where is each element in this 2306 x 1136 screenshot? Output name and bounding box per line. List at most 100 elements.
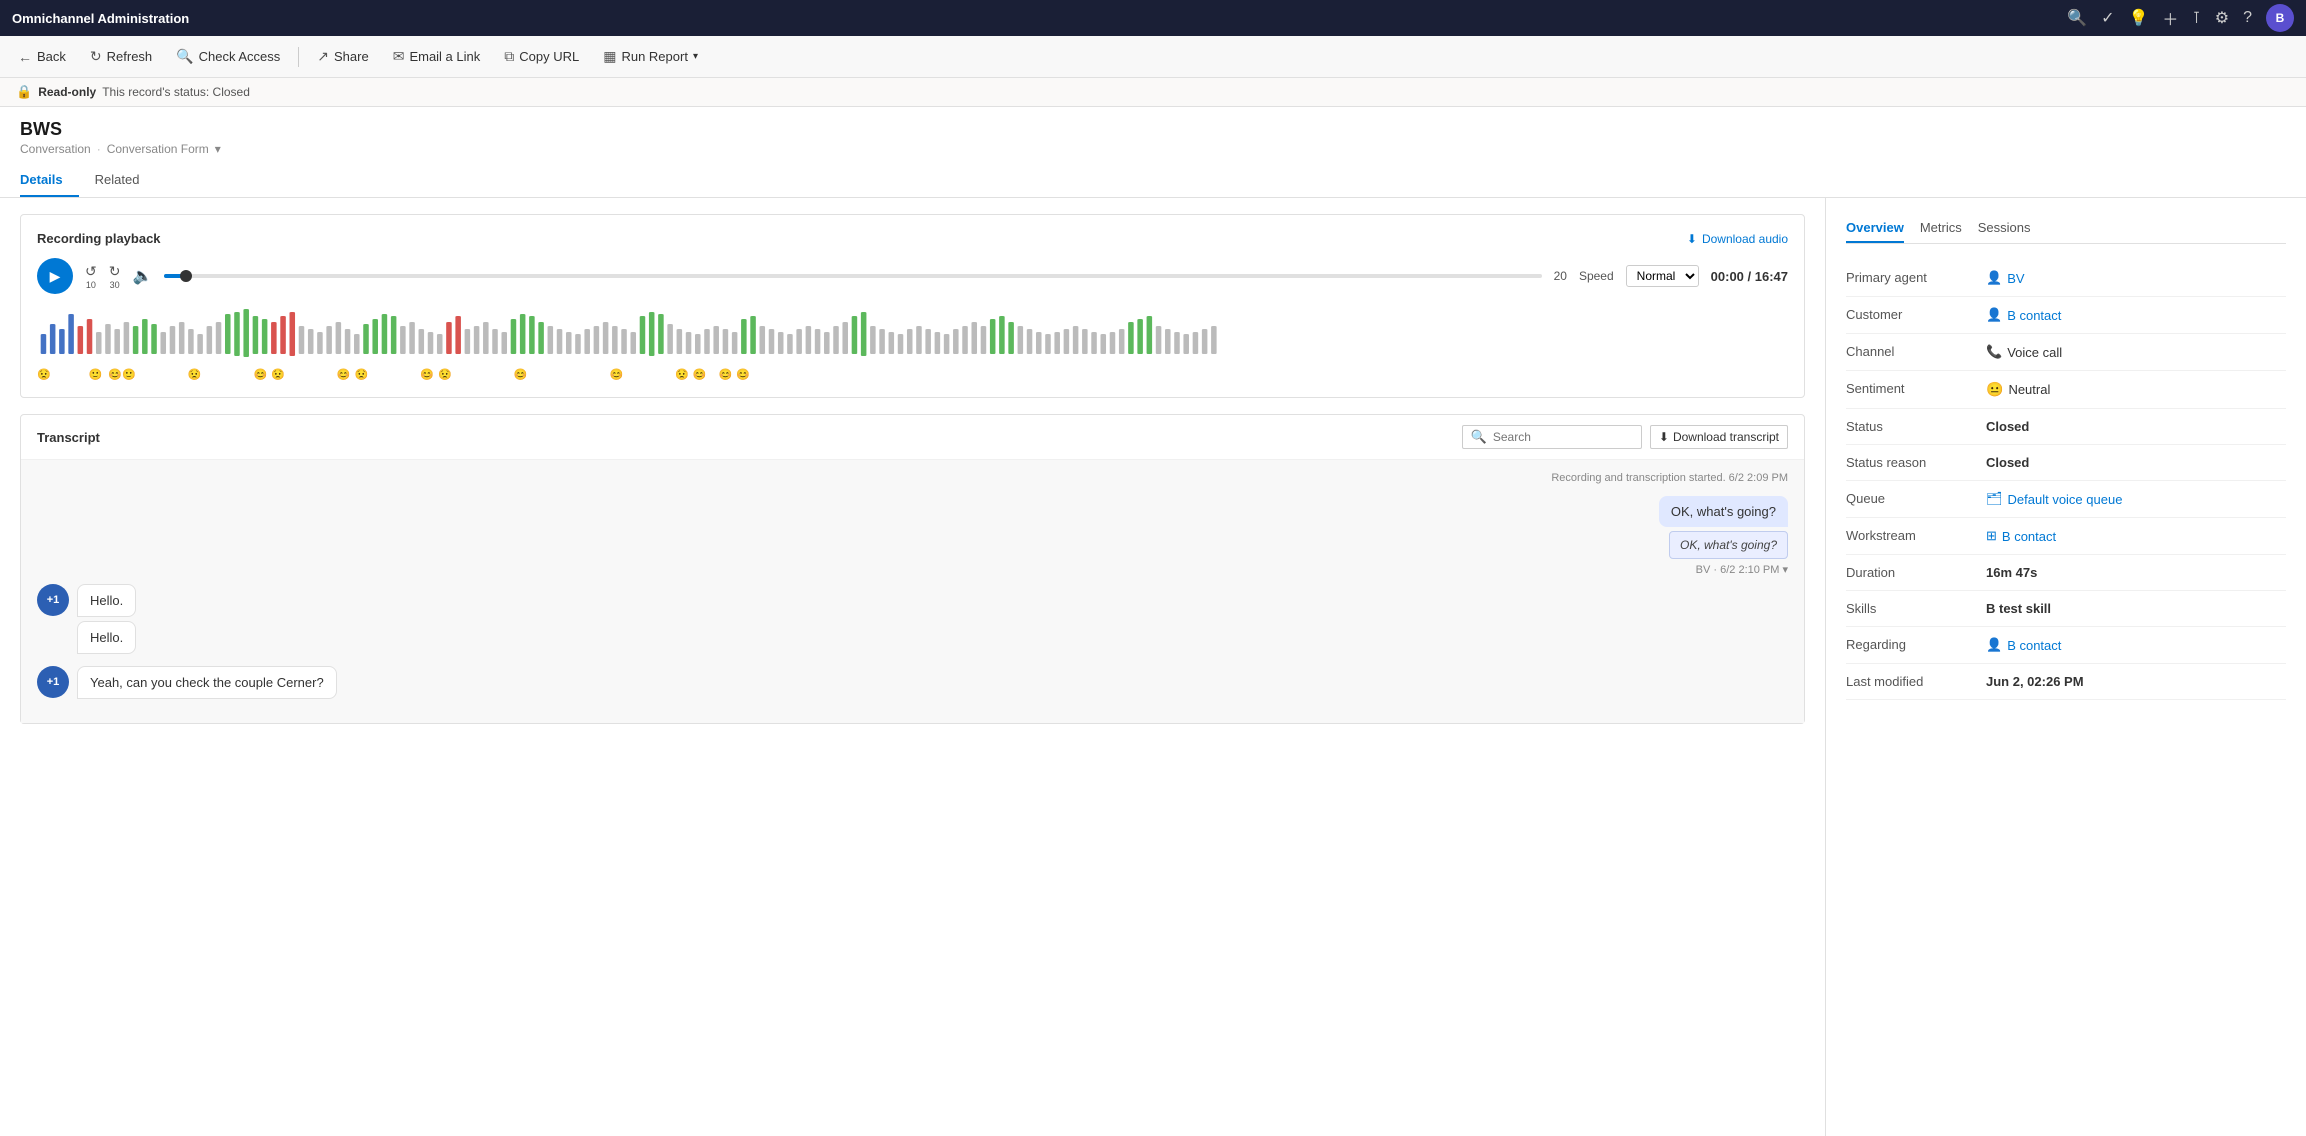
top-nav-icons: 🔍 ✓ 💡 ＋ ⊺ ⚙ ? B [2067,4,2294,32]
copy-icon: ⧉ [504,48,514,65]
plus-icon[interactable]: ＋ [2162,6,2178,30]
transcript-title: Transcript [37,430,100,445]
readonly-banner: 🔒 Read-only This record's status: Closed [0,78,2306,107]
share-button[interactable]: ↗ Share [307,44,378,69]
tab-sessions[interactable]: Sessions [1978,214,2031,243]
app-title: Omnichannel Administration [12,11,189,26]
back-button[interactable]: ← Back [8,45,76,69]
back-icon: ← [18,49,32,65]
download-icon: ⬇ [1687,232,1697,246]
value-customer[interactable]: 👤 B contact [1986,307,2061,323]
customer-message-hello-1: Hello. [77,584,136,617]
help-icon[interactable]: ? [2243,9,2252,27]
filter-icon[interactable]: ⊺ [2192,8,2200,28]
chevron-down-icon: ▾ [693,51,698,62]
value-sentiment: 😐 Neutral [1986,381,2050,398]
value-workstream[interactable]: ⊞ B contact [1986,528,2056,544]
page-header: BWS Conversation · Conversation Form ▾ [0,107,2306,156]
lightbulb-icon[interactable]: 💡 [2128,8,2148,28]
volume-button[interactable]: 🔈 [132,266,152,286]
info-row-regarding: Regarding 👤 B contact [1846,627,2286,664]
agent-bubble: OK, what's going? OK, what's going? BV ·… [37,496,1788,576]
circle-check-icon[interactable]: ✓ [2101,8,2114,28]
label-queue: Queue [1846,491,1986,506]
customer-bubble-1: +1 Hello. Hello. [37,584,1788,654]
tab-related[interactable]: Related [95,164,156,197]
avatar[interactable]: B [2266,4,2294,32]
phone-icon: 📞 [1986,344,2002,360]
check-access-button[interactable]: 🔍 Check Access [166,44,290,69]
label-sentiment: Sentiment [1846,381,1986,396]
value-skills: B test skill [1986,601,2051,616]
waveform-svg [37,304,1788,364]
search-icon[interactable]: 🔍 [2067,8,2087,28]
value-channel: 📞 Voice call [1986,344,2062,360]
customer-messages-2: Yeah, can you check the couple Cerner? [77,666,337,699]
download-transcript-button[interactable]: ⬇ Download transcript [1650,425,1788,449]
customer-messages-1: Hello. Hello. [77,584,136,654]
email-link-button[interactable]: ✉ Email a Link [383,44,491,69]
time-display: 00:00 / 16:47 [1711,269,1788,284]
email-icon: ✉ [393,48,405,65]
value-regarding[interactable]: 👤 B contact [1986,637,2061,653]
breadcrumb-dropdown-icon[interactable]: ▾ [215,142,221,156]
toolbar: ← Back ↻ Refresh 🔍 Check Access ↗ Share … [0,36,2306,78]
breadcrumb: Conversation · Conversation Form ▾ [20,142,2286,156]
person-icon: 👤 [1986,270,2002,286]
copy-url-button[interactable]: ⧉ Copy URL [494,44,589,69]
breadcrumb-conversation[interactable]: Conversation [20,142,91,156]
value-duration: 16m 47s [1986,565,2037,580]
speed-select[interactable]: Normal 0.5x 0.75x 1.25x 1.5x 2x [1626,265,1699,287]
customer-message-cerner: Yeah, can you check the couple Cerner? [77,666,337,699]
seek-position-label: 20 [1554,269,1567,283]
info-row-last-modified: Last modified Jun 2, 02:26 PM [1846,664,2286,700]
breadcrumb-form[interactable]: Conversation Form [107,142,209,156]
label-skills: Skills [1846,601,1986,616]
top-nav-bar: Omnichannel Administration 🔍 ✓ 💡 ＋ ⊺ ⚙ ?… [0,0,2306,36]
workstream-icon: ⊞ [1986,528,1997,544]
tab-metrics[interactable]: Metrics [1920,214,1962,243]
customer-message-hello-2: Hello. [77,621,136,654]
transcript-header: Transcript 🔍 ⬇ Download transcript [21,415,1804,460]
tab-details[interactable]: Details [20,164,79,197]
value-primary-agent[interactable]: 👤 BV [1986,270,2025,286]
info-row-skills: Skills B test skill [1846,591,2286,627]
value-queue[interactable]: 🗂 Default voice queue [1986,491,2122,507]
waveform[interactable] [37,304,1788,364]
tab-overview[interactable]: Overview [1846,214,1904,243]
value-status-reason: Closed [1986,455,2029,470]
forward-30-button[interactable]: ↻30 [109,263,121,290]
label-duration: Duration [1846,565,1986,580]
run-report-icon: ▦ [603,48,616,65]
info-row-customer: Customer 👤 B contact [1846,297,2286,334]
info-row-workstream: Workstream ⊞ B contact [1846,518,2286,555]
right-panel: Overview Metrics Sessions Primary agent … [1826,198,2306,1136]
seek-bar[interactable] [164,274,1541,278]
toolbar-sep-1 [298,47,299,67]
download-transcript-icon: ⬇ [1659,430,1669,444]
label-status: Status [1846,419,1986,434]
info-row-sentiment: Sentiment 😐 Neutral [1846,371,2286,409]
value-status: Closed [1986,419,2029,434]
transcript-actions: 🔍 ⬇ Download transcript [1462,425,1788,449]
refresh-button[interactable]: ↻ Refresh [80,44,162,69]
play-button[interactable]: ▶ [37,258,73,294]
download-audio-button[interactable]: ⬇ Download audio [1687,232,1788,246]
recording-title: Recording playback [37,231,161,246]
left-panel: Recording playback ⬇ Download audio ▶ ↺1… [0,198,1826,1136]
person-icon-2: 👤 [1986,307,2002,323]
main-content: Recording playback ⬇ Download audio ▶ ↺1… [0,198,2306,1136]
customer-avatar-2: +1 [37,666,69,698]
rewind-10-button[interactable]: ↺10 [85,263,97,290]
search-box[interactable]: 🔍 [1462,425,1642,449]
value-last-modified: Jun 2, 02:26 PM [1986,674,2084,689]
sentiment-icon: 😐 [1986,381,2003,398]
share-icon: ↗ [317,48,329,65]
check-access-icon: 🔍 [176,48,193,65]
info-row-status: Status Closed [1846,409,2286,445]
info-row-queue: Queue 🗂 Default voice queue [1846,481,2286,518]
search-input[interactable] [1493,430,1633,444]
run-report-button[interactable]: ▦ Run Report ▾ [593,44,708,69]
gear-icon[interactable]: ⚙ [2215,8,2229,28]
refresh-icon: ↻ [90,48,102,65]
